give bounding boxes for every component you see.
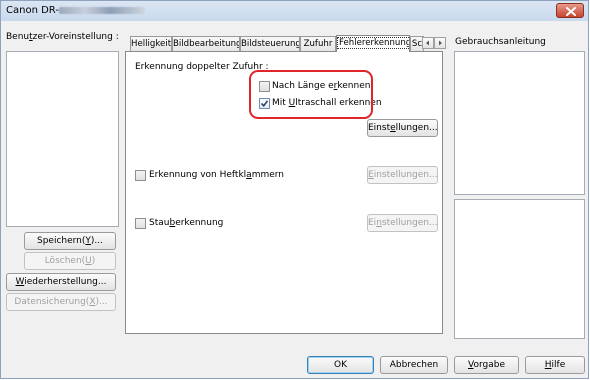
tab-fehlererkennung[interactable]: Fehlererkennung xyxy=(336,35,410,52)
chevron-left-icon xyxy=(426,40,429,46)
staple-detect-label: Erkennung von Heftklammern xyxy=(149,170,285,180)
tab-bildbearbeitung[interactable]: Bildbearbeitung xyxy=(172,36,240,51)
tab-focus-label: Fehlererkennung xyxy=(337,37,409,49)
blurred-model-name xyxy=(59,7,145,14)
settings-button-jam[interactable]: Einstellungen... xyxy=(367,214,438,232)
cancel-button[interactable]: Abbrechen xyxy=(380,356,448,374)
tab-scroll-left-button[interactable] xyxy=(422,37,434,49)
tab-zufuhr[interactable]: Zufuhr xyxy=(300,36,336,51)
help-description-box xyxy=(454,199,585,339)
jam-detect-checkbox[interactable] xyxy=(135,218,146,229)
chevron-right-icon xyxy=(439,40,442,46)
dialog-window: Canon DR- Benutzer-Voreinstellung : Spei… xyxy=(0,0,589,379)
settings-button-staple[interactable]: Einstellungen... xyxy=(367,166,438,184)
defaults-button[interactable]: Vorgabe xyxy=(454,356,519,374)
preset-label: Benutzer-Voreinstellung : xyxy=(6,32,119,42)
help-button[interactable]: Hilfe xyxy=(525,356,585,374)
preset-list[interactable] xyxy=(6,51,119,227)
highlight-annotation xyxy=(249,70,373,119)
title-bar: Canon DR- xyxy=(1,1,588,21)
tab-bildsteuerung[interactable]: Bildsteuerung xyxy=(240,36,300,51)
restore-button[interactable]: Wiederherstellung... xyxy=(6,273,116,291)
tab-helligkeit[interactable]: Helligkeit xyxy=(130,36,172,51)
ok-button[interactable]: OK xyxy=(307,356,374,374)
close-icon xyxy=(566,7,576,16)
help-preview-box xyxy=(454,51,585,195)
save-button[interactable]: Speichern(Y)... xyxy=(24,232,116,250)
delete-button[interactable]: Löschen(U) xyxy=(24,252,116,270)
double-feed-label: Erkennung doppelter Zufuhr : xyxy=(135,62,269,72)
backup-button[interactable]: Datensicherung(X)... xyxy=(6,293,116,311)
window-title: Canon DR- xyxy=(6,5,59,16)
help-label: Gebrauchsanleitung xyxy=(455,37,546,47)
tab-scroll-right-button[interactable] xyxy=(434,37,446,49)
staple-detect-checkbox[interactable] xyxy=(135,170,146,181)
jam-detect-label: Stauberkennung xyxy=(149,218,224,228)
close-button[interactable] xyxy=(556,3,584,18)
settings-button-double-feed[interactable]: Einstellungen... xyxy=(367,119,438,137)
